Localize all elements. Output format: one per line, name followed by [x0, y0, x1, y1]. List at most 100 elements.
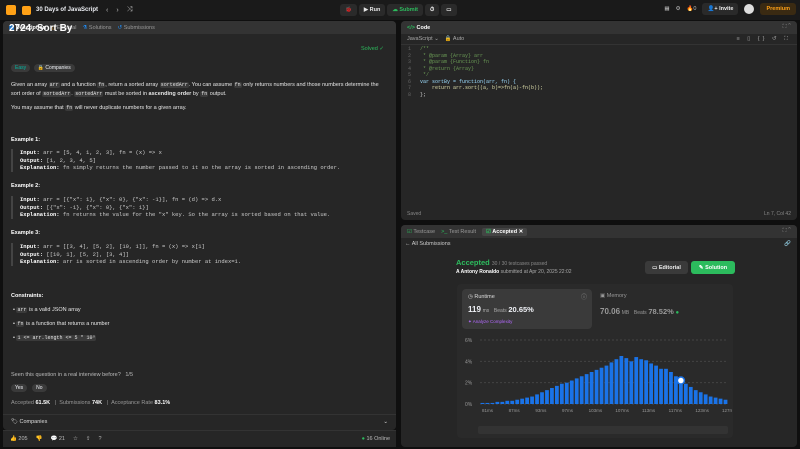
code-editor[interactable]: /** * @param {Array} arr * @param {Funct… — [420, 46, 543, 98]
tab-submissions[interactable]: ↺ Submissions — [118, 25, 155, 31]
chart-bar[interactable] — [559, 383, 564, 404]
tab-accepted[interactable]: ☑ Accepted ✕ — [482, 227, 528, 236]
difficulty-badge[interactable]: Easy — [11, 64, 31, 72]
chart-bar[interactable] — [629, 361, 634, 404]
help-icon[interactable]: ? — [99, 436, 102, 442]
debug-button[interactable]: 🐞 — [340, 4, 357, 16]
chart-bar[interactable] — [599, 367, 604, 404]
next-problem-icon[interactable]: › — [116, 7, 118, 14]
chart-bar[interactable] — [718, 398, 723, 404]
companies-section[interactable]: 🏷 Companies ⌄ — [3, 414, 396, 428]
chart-bar[interactable] — [589, 372, 594, 404]
chart-bar[interactable] — [564, 382, 569, 404]
editorial-button[interactable]: ▭ Editorial — [645, 261, 688, 274]
problem-list-icon[interactable] — [22, 5, 31, 15]
dislike-icon[interactable]: 👎 — [36, 436, 43, 442]
chart-bar[interactable] — [584, 374, 589, 404]
your-submission-marker[interactable] — [676, 376, 686, 385]
chart-bar[interactable] — [654, 365, 658, 404]
back-button[interactable]: ← All Submissions — [405, 241, 451, 247]
tab-test-result[interactable]: >_ Test Result — [441, 229, 476, 235]
chart-bar[interactable] — [535, 394, 539, 404]
chart-bar[interactable] — [688, 386, 693, 404]
chart-bar[interactable] — [594, 369, 599, 404]
premium-button[interactable]: Premium — [760, 3, 796, 15]
like-button[interactable]: 👍 205 — [10, 436, 28, 442]
chart-bar[interactable] — [555, 385, 559, 404]
solution-button[interactable]: ✎ Solution — [691, 261, 735, 274]
chart-bar[interactable] — [520, 398, 525, 404]
chart-bar[interactable] — [713, 397, 718, 404]
chart-bar[interactable] — [619, 356, 624, 404]
chart-bar[interactable] — [609, 362, 614, 404]
chart-bar[interactable] — [480, 402, 485, 404]
runtime-distribution-chart[interactable]: 6% 4% 2% 0% 81ms 87ms 93ms 97ms 103ms 107ms 113ms 1… — [460, 332, 732, 436]
runtime-card[interactable]: ◷ Runtime ⓘ 119 ms Beats 20.65% ✦ Analyz… — [462, 289, 592, 329]
chart-bar[interactable] — [500, 401, 505, 404]
timer-button[interactable]: ⏱ — [425, 4, 440, 16]
panel-controls[interactable]: ⛶ ⌃ — [783, 228, 791, 235]
avatar[interactable] — [744, 4, 755, 14]
chart-bar[interactable] — [614, 359, 619, 404]
link-icon[interactable]: 🔗 — [784, 241, 791, 247]
chart-bar[interactable] — [550, 388, 554, 404]
chart-bar[interactable] — [693, 390, 698, 404]
chart-bar[interactable] — [505, 400, 510, 404]
chart-bar[interactable] — [708, 396, 713, 404]
panel-controls[interactable]: ⛶ ⌃ — [783, 24, 791, 31]
shuffle-icon[interactable]: ⤨ — [127, 6, 133, 14]
chart-bar[interactable] — [485, 402, 490, 404]
chart-bar[interactable] — [683, 383, 688, 404]
companies-chip[interactable]: 🔒 Companies — [33, 64, 75, 72]
chart-bar[interactable] — [495, 401, 500, 404]
tab-solutions[interactable]: ⚗ Solutions — [82, 25, 111, 31]
streak-counter[interactable]: 🔥0 — [687, 6, 697, 12]
chart-bar[interactable] — [703, 394, 708, 404]
no-button[interactable]: No — [32, 384, 47, 392]
submit-button[interactable]: ☁ Submit — [387, 4, 423, 16]
run-button[interactable]: ▶ Run — [358, 4, 386, 16]
chart-bar[interactable] — [664, 368, 668, 404]
chart-bar[interactable] — [698, 392, 703, 404]
chart-bar[interactable] — [530, 396, 534, 404]
tab-code[interactable]: </> Code — [407, 25, 430, 31]
chart-bar[interactable] — [490, 402, 495, 404]
chart-bar[interactable] — [639, 359, 644, 404]
chart-bar[interactable] — [624, 358, 629, 404]
chart-bar[interactable] — [569, 380, 574, 404]
layout-icon[interactable]: ▦ — [664, 6, 669, 12]
chart-bar[interactable] — [669, 372, 673, 404]
chart-range-slider[interactable] — [478, 426, 728, 434]
chart-bar[interactable] — [649, 363, 653, 404]
chart-bar[interactable] — [604, 365, 609, 404]
auto-toggle[interactable]: 🔒 Auto — [445, 36, 464, 42]
check-circle-icon: ● — [675, 310, 680, 316]
leetcode-logo-icon[interactable] — [6, 5, 16, 15]
yes-button[interactable]: Yes — [11, 384, 28, 392]
memory-label[interactable]: ▣ Memory — [600, 293, 627, 299]
share-icon[interactable]: ⇪ — [86, 436, 91, 442]
chart-bar[interactable] — [525, 397, 529, 404]
chart-bar[interactable] — [579, 376, 584, 404]
editor-tools-icons[interactable]: ≡ ▯ {} ↺ ⛶ — [737, 36, 791, 43]
analyze-complexity-link[interactable]: ✦ Analyze Complexity — [468, 319, 512, 325]
prev-problem-icon[interactable]: ‹ — [106, 7, 108, 14]
invite-button[interactable]: 👤+ Invite — [702, 3, 739, 15]
problem-list-title[interactable]: 30 Days of JavaScript — [36, 7, 98, 13]
chart-bar[interactable] — [659, 368, 663, 404]
comments-button[interactable]: 💬 21 — [50, 436, 65, 442]
language-select[interactable]: JavaScript ⌄ — [407, 36, 439, 42]
chart-bar[interactable] — [545, 390, 549, 404]
settings-icon[interactable]: ⚙ — [676, 6, 681, 12]
star-icon[interactable]: ☆ — [73, 436, 78, 442]
info-icon[interactable]: ⓘ — [581, 292, 587, 301]
chart-bar[interactable] — [540, 392, 544, 404]
chart-bar[interactable] — [634, 357, 639, 404]
chart-bar[interactable] — [515, 399, 520, 404]
chart-bar[interactable] — [510, 400, 515, 404]
tab-testcase[interactable]: ☑ Testcase — [407, 229, 435, 235]
notes-button[interactable]: ▭ — [441, 4, 457, 16]
chart-bar[interactable] — [574, 378, 579, 404]
chart-bar[interactable] — [644, 360, 649, 404]
chart-bar[interactable] — [723, 399, 728, 404]
